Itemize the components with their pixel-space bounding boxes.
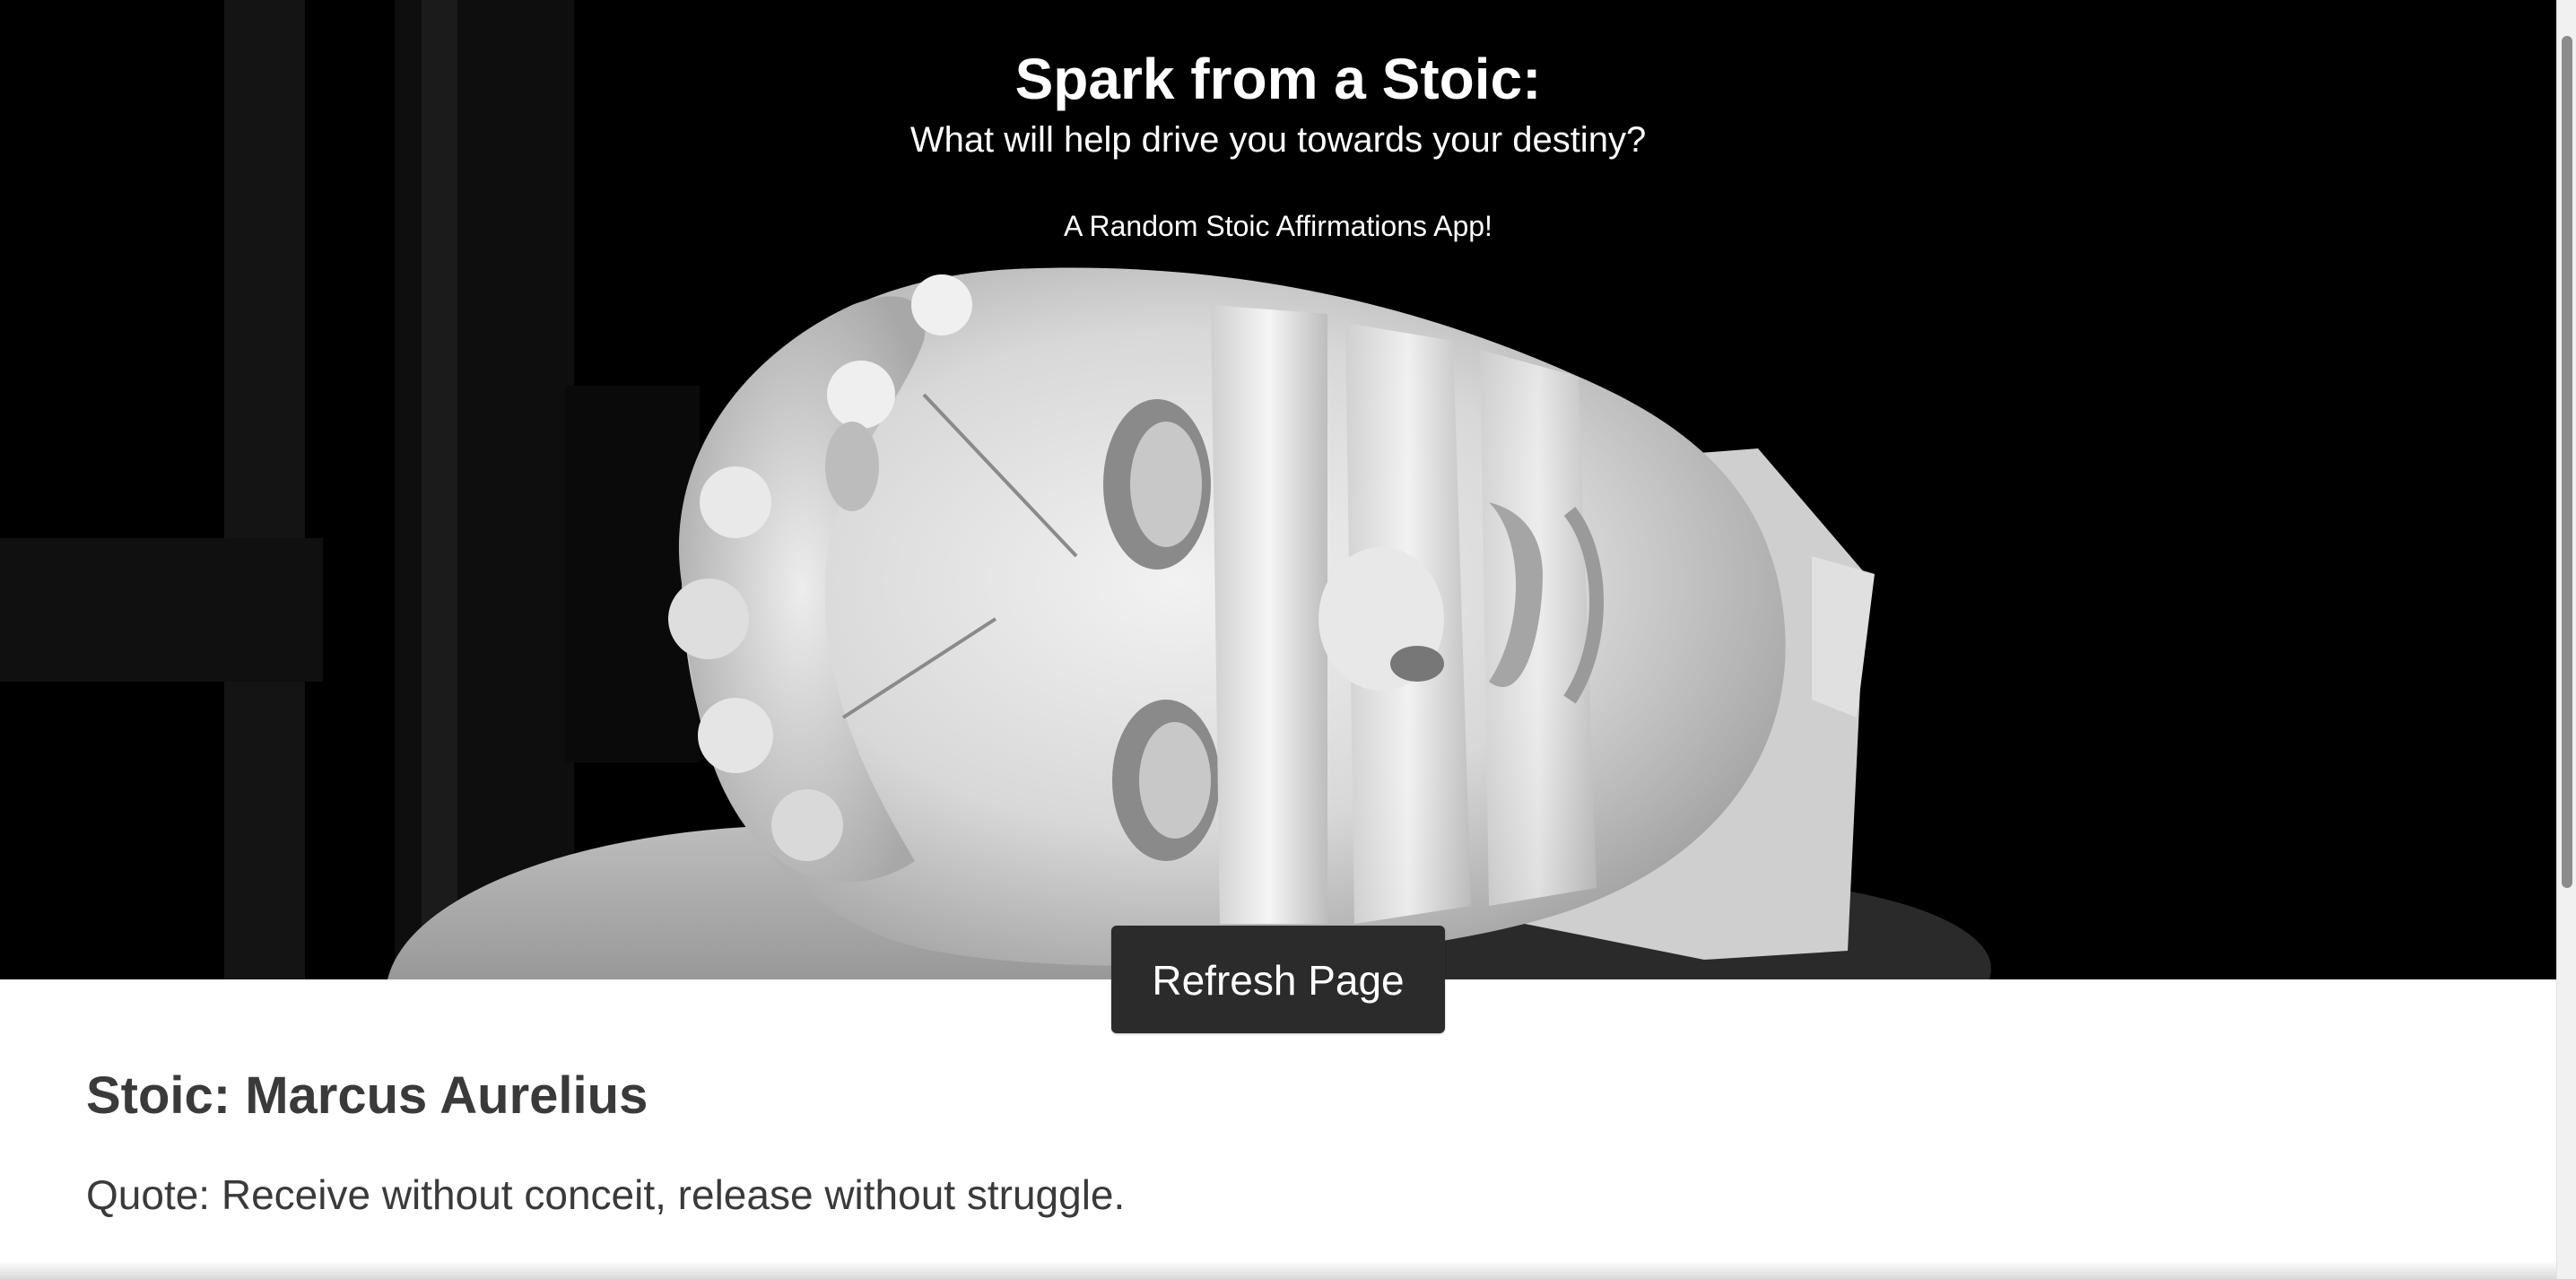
page-title: Spark from a Stoic: (1014, 47, 1542, 111)
page-subtitle: What will help drive you towards your de… (909, 120, 1647, 160)
quote-section: Stoic: Marcus Aurelius Quote: Receive wi… (86, 1058, 2508, 1223)
stoic-author: Stoic: Marcus Aurelius (86, 1066, 648, 1125)
window-bottom-edge (0, 1261, 2556, 1279)
scrollbar-thumb[interactable] (2562, 36, 2572, 888)
hero-section: Spark from a Stoic: What will help drive… (0, 0, 2556, 979)
app-tagline: A Random Stoic Affirmations App! (1064, 210, 1493, 242)
stoic-quote: Quote: Receive without conceit, release … (86, 1171, 1126, 1218)
page: Spark from a Stoic: What will help drive… (0, 0, 2576, 1279)
refresh-page-button[interactable]: Refresh Page (1111, 926, 1445, 1033)
